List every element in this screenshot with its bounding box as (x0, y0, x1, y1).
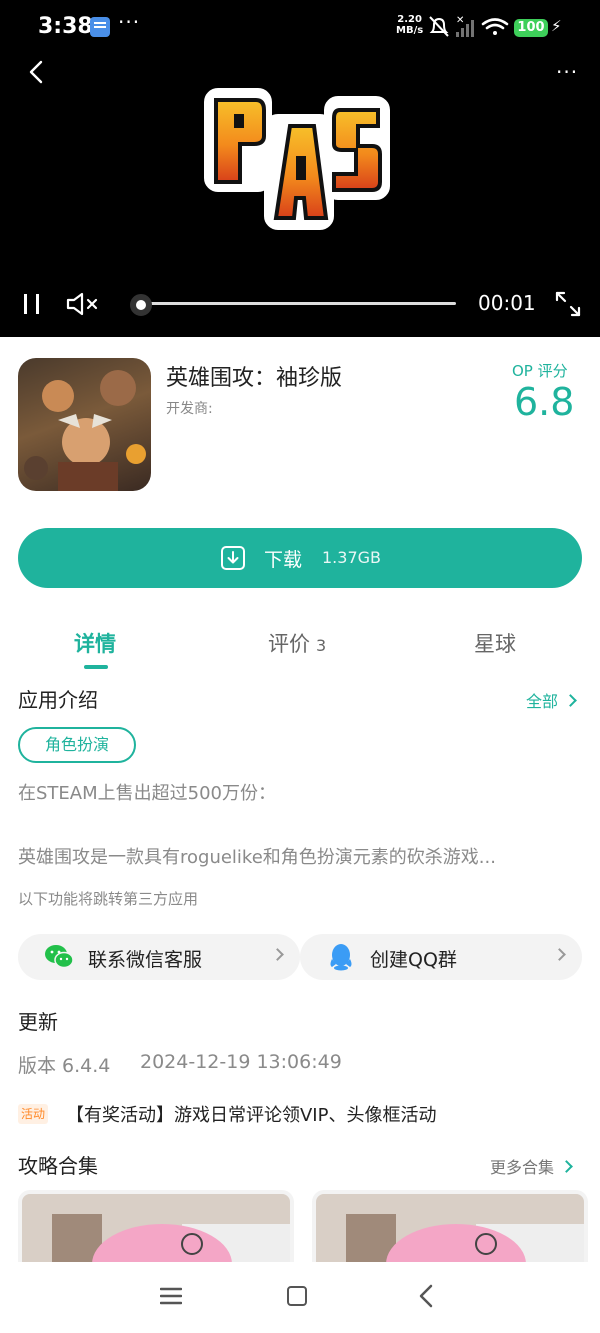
charging-icon: ⚡ (551, 17, 562, 35)
progress-knob[interactable] (130, 294, 152, 316)
guides-more-label: 更多合集 (490, 1158, 555, 1177)
back-arrow-icon[interactable] (24, 58, 50, 86)
system-nav-bar (0, 1262, 600, 1333)
qq-icon (330, 944, 352, 971)
mute-bell-icon (429, 16, 449, 37)
pause-icon[interactable] (22, 292, 42, 316)
wechat-icon (45, 945, 74, 969)
network-speed-value: 2.20 (397, 14, 422, 25)
back-icon[interactable] (416, 1284, 436, 1308)
intro-line-2: 英雄围攻是一款具有roguelike和角色扮演元素的砍杀游戏... (18, 847, 496, 868)
status-time: 3:38 (38, 14, 93, 39)
download-label: 下载 (264, 549, 303, 571)
status-icons: ✕ (429, 15, 509, 37)
genre-tag[interactable]: 角色扮演 (18, 727, 136, 763)
tab-details[interactable]: 详情 (74, 628, 116, 658)
score-value: 6.8 (514, 380, 575, 424)
tab-details-label: 详情 (74, 632, 116, 656)
intro-all-link[interactable]: 全部 (526, 688, 577, 712)
intro-title: 应用介绍 (18, 688, 98, 712)
third-party-note: 以下功能将跳转第三方应用 (18, 890, 199, 908)
app-icon-artwork (24, 370, 146, 491)
chevron-right-icon (553, 948, 566, 961)
wechat-service-button[interactable]: 联系微信客服 (18, 934, 300, 980)
video-player[interactable]: 3:38 ··· 2.20 MB/s ✕ 100 ⚡ ··· 00:01 (0, 0, 600, 337)
guide-card-image (22, 1194, 290, 1270)
wechat-service-label: 联系微信客服 (88, 949, 203, 971)
active-tab-indicator (84, 665, 108, 669)
update-title: 更新 (18, 1010, 58, 1034)
developer-label: 开发商: (166, 401, 213, 417)
notification-app-icon (90, 17, 110, 37)
guides-more-link[interactable]: 更多合集 (490, 1154, 573, 1178)
guide-card[interactable] (18, 1190, 294, 1270)
intro-all-label: 全部 (526, 692, 559, 711)
network-speed-unit: MB/s (396, 25, 424, 36)
download-button[interactable]: 下载 1.37GB (18, 528, 582, 588)
tab-planet[interactable]: 星球 (474, 628, 516, 658)
menu-icon[interactable] (160, 1286, 182, 1306)
chevron-right-icon (564, 694, 577, 707)
fullscreen-icon[interactable] (554, 290, 582, 318)
download-size: 1.37GB (322, 548, 381, 567)
progress-track[interactable] (134, 302, 456, 305)
tab-planet-label: 星球 (474, 632, 516, 656)
create-qq-group-label: 创建QQ群 (370, 949, 457, 971)
update-date: 2024-12-19 13:06:49 (140, 1051, 342, 1073)
chevron-right-icon (271, 948, 284, 961)
video-more-icon[interactable]: ··· (556, 60, 578, 84)
video-time: 00:01 (478, 291, 536, 315)
tab-reviews[interactable]: 评价 3 (268, 628, 326, 658)
guide-card-image (316, 1194, 584, 1270)
score-label: OP 评分 (512, 362, 568, 380)
home-icon[interactable] (287, 1286, 307, 1306)
tab-reviews-label: 评价 (268, 632, 310, 656)
app-title: 英雄围攻：袖珍版 (166, 366, 343, 391)
signal-icon: ✕ (456, 15, 474, 37)
network-speed: 2.20 MB/s (396, 14, 423, 36)
game-logo-image (204, 88, 390, 230)
app-icon (18, 358, 151, 491)
tab-reviews-count: 3 (316, 636, 327, 655)
intro-line-1: 在STEAM上售出超过500万份： (18, 783, 276, 804)
battery-indicator: 100 (514, 19, 548, 37)
activity-link[interactable]: 【有奖活动】游戏日常评论领VIP、头像框活动 (66, 1101, 436, 1127)
svg-text:✕: ✕ (456, 15, 464, 26)
version-text: 版本 6.4.4 (18, 1055, 111, 1077)
chevron-right-icon (560, 1160, 573, 1173)
activity-badge: 活动 (18, 1104, 49, 1124)
download-icon (221, 546, 245, 570)
guide-card[interactable] (312, 1190, 588, 1270)
status-bar: 3:38 ··· 2.20 MB/s ✕ 100 ⚡ (0, 0, 600, 56)
guides-title: 攻略合集 (18, 1154, 98, 1178)
create-qq-group-button[interactable]: 创建QQ群 (300, 934, 582, 980)
status-more-dots: ··· (118, 10, 141, 34)
wifi-icon (481, 18, 509, 35)
volume-mute-icon[interactable] (66, 291, 100, 317)
